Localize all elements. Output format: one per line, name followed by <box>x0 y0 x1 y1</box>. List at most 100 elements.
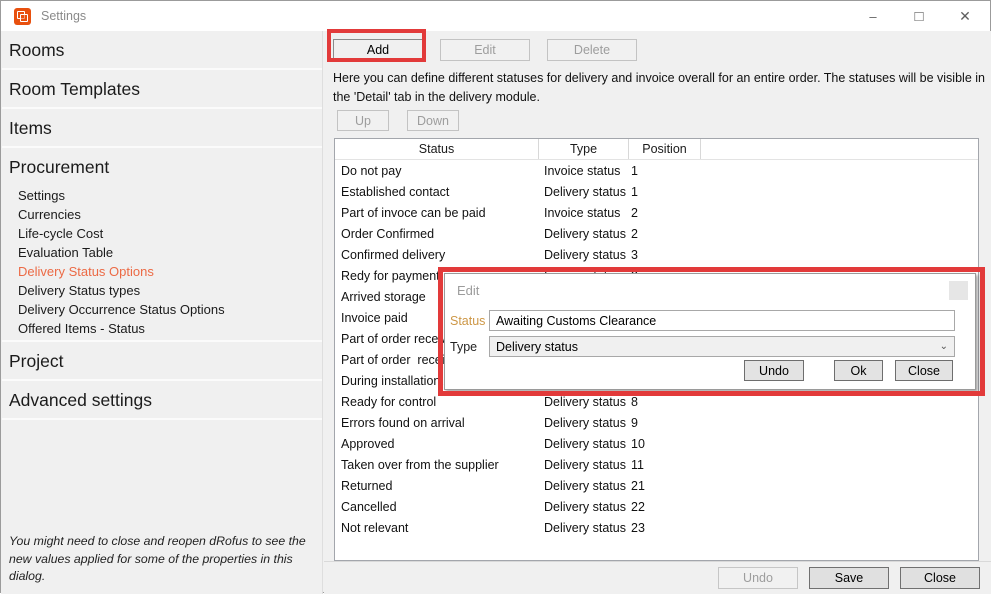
status-cell: Part of invoce can be paid <box>335 206 539 220</box>
chevron-down-icon: ⌄ <box>940 341 948 352</box>
sidebar-item-room-templates[interactable]: Room Templates <box>1 70 322 107</box>
status-cell: Taken over from the supplier <box>335 458 539 472</box>
edit-dialog: Edit Status Awaiting Customs Clearance T… <box>444 273 976 390</box>
settings-sidebar: Rooms Room Templates Items Procurement S… <box>1 31 323 594</box>
save-button[interactable]: Save <box>809 567 889 589</box>
window-controls: – □ ✕ <box>850 1 990 31</box>
dialog-undo-button[interactable]: Undo <box>744 360 804 381</box>
panel-description: Here you can define different statuses f… <box>333 69 985 107</box>
status-cell: Ready for control <box>335 395 539 409</box>
sidebar-item-life-cycle-cost[interactable]: Life-cycle Cost <box>1 224 322 243</box>
position-cell: 3 <box>629 248 701 262</box>
sidebar-item-delivery-occurrence-status-options[interactable]: Delivery Occurrence Status Options <box>1 300 322 319</box>
table-row[interactable]: Taken over from the supplierDelivery sta… <box>335 454 978 475</box>
status-cell: Errors found on arrival <box>335 416 539 430</box>
status-cell: Not relevant <box>335 521 539 535</box>
dialog-close-button[interactable]: Close <box>895 360 953 381</box>
table-row[interactable]: Errors found on arrivalDelivery status9 <box>335 412 978 433</box>
type-cell: Delivery status <box>539 458 629 472</box>
table-row[interactable]: Not relevantDelivery status23 <box>335 517 978 538</box>
sidebar-item-delivery-status-options[interactable]: Delivery Status Options <box>1 262 322 281</box>
table-row[interactable]: Established contactDelivery status1 <box>335 181 978 202</box>
table-row[interactable]: CancelledDelivery status22 <box>335 496 978 517</box>
settings-window: Settings – □ ✕ Rooms Room Templates Item… <box>0 0 991 593</box>
up-button[interactable]: Up <box>337 110 389 131</box>
table-row[interactable]: Do not payInvoice status1 <box>335 160 978 181</box>
close-icon[interactable]: ✕ <box>942 1 988 31</box>
add-button[interactable]: Add <box>333 39 423 61</box>
type-dropdown-value: Delivery status <box>496 340 578 354</box>
undo-button[interactable]: Undo <box>718 567 798 589</box>
window-title: Settings <box>41 9 86 23</box>
status-cell: Cancelled <box>335 500 539 514</box>
status-field-row: Status Awaiting Customs Clearance <box>450 310 955 331</box>
position-cell: 22 <box>629 500 701 514</box>
status-field-label: Status <box>450 314 489 328</box>
column-header-type[interactable]: Type <box>539 139 629 159</box>
status-cell: Established contact <box>335 185 539 199</box>
dialog-ok-button[interactable]: Ok <box>834 360 883 381</box>
position-cell: 9 <box>629 416 701 430</box>
dialog-buttons: Undo Ok Close <box>744 360 953 381</box>
sidebar-item-procurement[interactable]: Procurement <box>1 148 322 185</box>
sidebar-item-items[interactable]: Items <box>1 109 322 146</box>
sidebar-item-delivery-status-types[interactable]: Delivery Status types <box>1 281 322 300</box>
status-input[interactable]: Awaiting Customs Clearance <box>489 310 955 331</box>
column-header-position[interactable]: Position <box>629 139 701 159</box>
type-cell: Delivery status <box>539 437 629 451</box>
type-dropdown[interactable]: Delivery status ⌄ <box>489 336 955 357</box>
type-cell: Delivery status <box>539 416 629 430</box>
sidebar-item-procurement-settings[interactable]: Settings <box>1 186 322 205</box>
edit-dialog-title: Edit <box>457 283 479 298</box>
position-cell: 8 <box>629 395 701 409</box>
type-cell: Invoice status <box>539 206 629 220</box>
position-cell: 1 <box>629 185 701 199</box>
table-row[interactable]: Order ConfirmedDelivery status2 <box>335 223 978 244</box>
maximize-icon[interactable]: □ <box>896 1 942 31</box>
position-cell: 10 <box>629 437 701 451</box>
type-cell: Invoice status <box>539 164 629 178</box>
down-button[interactable]: Down <box>407 110 459 131</box>
title-bar: Settings – □ ✕ <box>1 1 990 31</box>
status-cell: Do not pay <box>335 164 539 178</box>
drofus-app-icon <box>14 8 31 25</box>
status-cell: Order Confirmed <box>335 227 539 241</box>
sidebar-item-currencies[interactable]: Currencies <box>1 205 322 224</box>
sidebar-item-offered-items-status[interactable]: Offered Items - Status <box>1 319 322 338</box>
position-cell: 11 <box>629 458 701 472</box>
minimize-icon[interactable]: – <box>850 1 896 31</box>
type-cell: Delivery status <box>539 185 629 199</box>
table-header: Status Type Position <box>335 139 978 160</box>
table-row[interactable]: Ready for controlDelivery status8 <box>335 391 978 412</box>
column-header-empty <box>701 139 978 159</box>
sidebar-divider <box>2 418 322 420</box>
dialog-close-icon[interactable] <box>949 281 968 300</box>
sidebar-item-advanced-settings[interactable]: Advanced settings <box>1 381 322 418</box>
footer-bar: Undo Save Close <box>324 561 991 594</box>
table-row[interactable]: ReturnedDelivery status21 <box>335 475 978 496</box>
sidebar-item-project[interactable]: Project <box>1 342 322 379</box>
table-row[interactable]: Confirmed deliveryDelivery status3 <box>335 244 978 265</box>
type-field-label: Type <box>450 340 489 354</box>
position-cell: 1 <box>629 164 701 178</box>
type-cell: Delivery status <box>539 227 629 241</box>
position-cell: 2 <box>629 227 701 241</box>
table-row[interactable]: Part of invoce can be paidInvoice status… <box>335 202 978 223</box>
type-field-row: Type Delivery status ⌄ <box>450 336 955 357</box>
edit-button[interactable]: Edit <box>440 39 530 61</box>
close-button[interactable]: Close <box>900 567 980 589</box>
type-cell: Delivery status <box>539 248 629 262</box>
type-cell: Delivery status <box>539 500 629 514</box>
sidebar-item-evaluation-table[interactable]: Evaluation Table <box>1 243 322 262</box>
type-cell: Delivery status <box>539 521 629 535</box>
position-cell: 23 <box>629 521 701 535</box>
reorder-buttons: Up Down <box>337 110 459 131</box>
column-header-status[interactable]: Status <box>335 139 539 159</box>
sidebar-item-rooms[interactable]: Rooms <box>1 31 322 68</box>
status-cell: Returned <box>335 479 539 493</box>
status-cell: Confirmed delivery <box>335 248 539 262</box>
delete-button[interactable]: Delete <box>547 39 637 61</box>
position-cell: 2 <box>629 206 701 220</box>
table-row[interactable]: ApprovedDelivery status10 <box>335 433 978 454</box>
type-cell: Delivery status <box>539 395 629 409</box>
